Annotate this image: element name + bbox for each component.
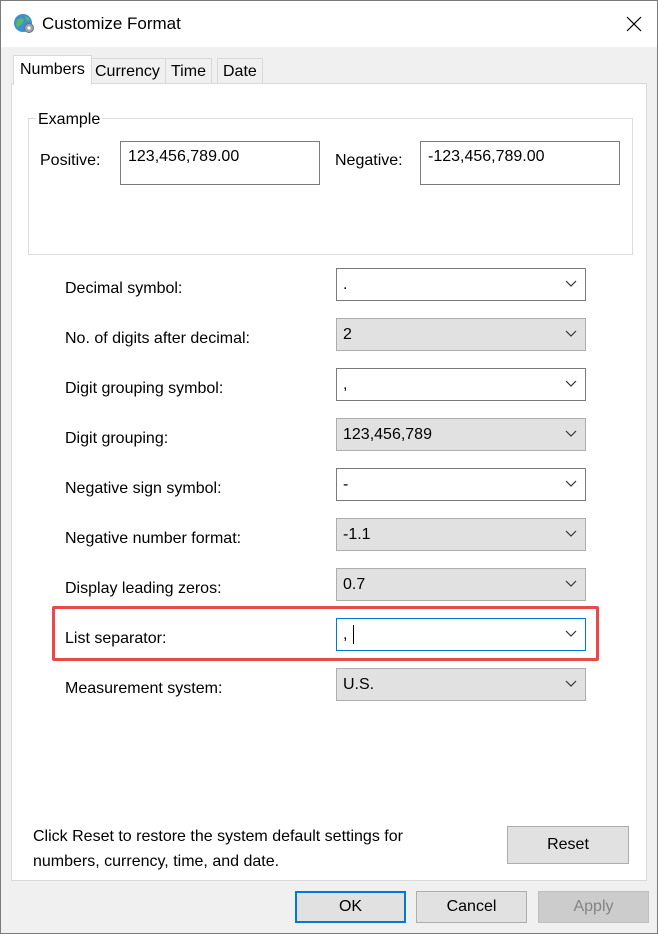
chevron-down-icon: [565, 430, 577, 437]
positive-example-field: 123,456,789.00: [120, 141, 320, 185]
display-leading-zeros-label: Display leading zeros:: [65, 580, 222, 597]
measurement-system-value: U.S.: [343, 676, 375, 693]
digit-grouping-label: Digit grouping:: [65, 430, 169, 447]
title-bar: Customize Format: [1, 1, 657, 47]
digit-grouping-symbol-value: ,: [343, 376, 348, 393]
close-icon: [626, 16, 642, 32]
cancel-button[interactable]: Cancel: [416, 891, 527, 923]
window-title: Customize Format: [42, 14, 181, 33]
digit-grouping-symbol-label: Digit grouping symbol:: [65, 380, 224, 397]
reset-button[interactable]: Reset: [507, 826, 629, 864]
decimal-symbol-label: Decimal symbol:: [65, 280, 183, 297]
measurement-system-select[interactable]: U.S.: [336, 668, 586, 701]
negative-label: Negative:: [335, 152, 403, 169]
negative-sign-symbol-select[interactable]: -: [336, 468, 586, 501]
list-separator-value: ,: [343, 626, 348, 643]
reset-info-text: Click Reset to restore the system defaul…: [33, 828, 403, 870]
digit-grouping-select[interactable]: 123,456,789: [336, 418, 586, 451]
decimal-symbol-value: .: [343, 276, 348, 293]
negative-example-field: -123,456,789.00: [420, 141, 620, 185]
digit-grouping-symbol-select[interactable]: ,: [336, 368, 586, 401]
tab-numbers[interactable]: Numbers: [13, 55, 92, 85]
globe-settings-icon: [14, 14, 34, 33]
tab-time[interactable]: Time: [165, 58, 212, 83]
example-groupbox: [28, 118, 633, 255]
negative-sign-symbol-value: -: [343, 476, 349, 493]
chevron-down-icon: [565, 480, 577, 487]
example-legend: Example: [36, 111, 103, 129]
chevron-down-icon: [565, 380, 577, 387]
chevron-down-icon: [565, 580, 577, 587]
digit-grouping-value: 123,456,789: [343, 426, 432, 443]
chevron-down-icon: [565, 280, 577, 287]
digits-after-decimal-select[interactable]: 2: [336, 318, 586, 351]
negative-number-format-label: Negative number format:: [65, 530, 242, 547]
text-caret: [353, 625, 354, 644]
tab-currency[interactable]: Currency: [89, 58, 166, 83]
ok-button[interactable]: OK: [295, 891, 406, 923]
chevron-down-icon: [565, 680, 577, 687]
numbers-panel: Example Positive: 123,456,789.00 Negativ…: [11, 83, 647, 881]
negative-number-format-value: -1.1: [343, 526, 371, 543]
decimal-symbol-select[interactable]: .: [336, 268, 586, 301]
chevron-down-icon: [565, 630, 577, 637]
display-leading-zeros-select[interactable]: 0.7: [336, 568, 586, 601]
customize-format-dialog: Customize Format Numbers Currency Time D…: [0, 0, 658, 934]
apply-button[interactable]: Apply: [538, 891, 649, 923]
negative-sign-symbol-label: Negative sign symbol:: [65, 480, 222, 497]
positive-label: Positive:: [40, 152, 101, 169]
chevron-down-icon: [565, 530, 577, 537]
chevron-down-icon: [565, 330, 577, 337]
measurement-system-label: Measurement system:: [65, 680, 223, 697]
list-separator-select[interactable]: ,: [336, 618, 586, 651]
close-button[interactable]: [611, 1, 657, 47]
negative-number-format-select[interactable]: -1.1: [336, 518, 586, 551]
display-leading-zeros-value: 0.7: [343, 576, 366, 593]
tab-date[interactable]: Date: [217, 58, 263, 83]
list-separator-label: List separator:: [65, 630, 167, 647]
digits-after-decimal-value: 2: [343, 326, 352, 343]
digits-after-decimal-label: No. of digits after decimal:: [65, 330, 250, 347]
